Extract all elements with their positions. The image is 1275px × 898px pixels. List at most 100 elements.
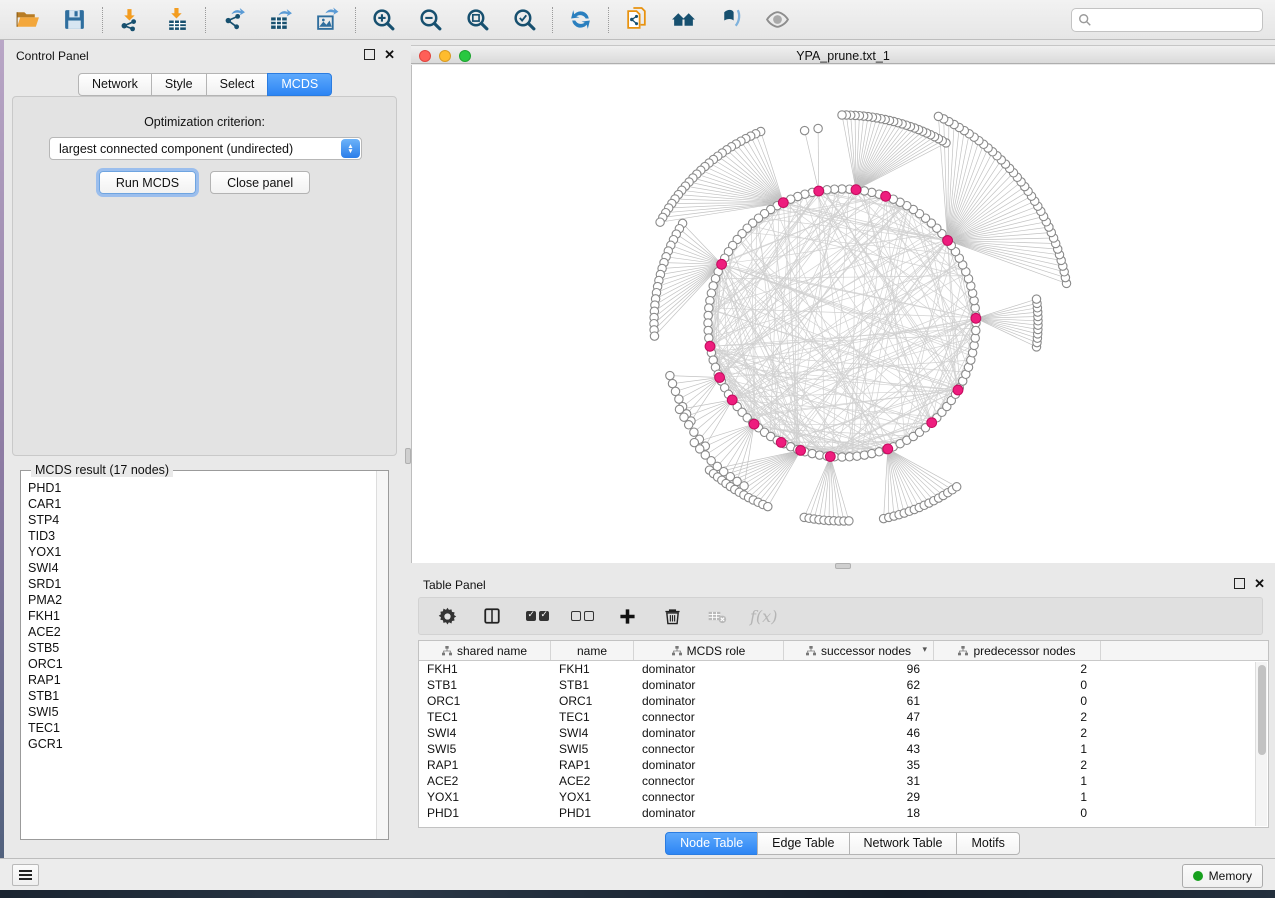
tab-mcds[interactable]: MCDS xyxy=(267,73,332,96)
column-header-name[interactable]: name xyxy=(551,641,634,660)
import-table-button[interactable] xyxy=(164,6,191,33)
network-title: YPA_prune.txt_1 xyxy=(411,49,1275,63)
export-image-button[interactable] xyxy=(314,6,341,33)
column-namespace-icon xyxy=(442,646,452,656)
export-network-button[interactable] xyxy=(220,6,247,33)
dropdown-stepper-icon: ▲▼ xyxy=(341,139,360,158)
mcds-result-item[interactable]: SRD1 xyxy=(28,576,375,592)
close-panel-button[interactable]: Close panel xyxy=(210,171,310,194)
column-header-MCDS-role[interactable]: MCDS role xyxy=(634,641,784,660)
settings-gear-icon[interactable] xyxy=(435,604,459,628)
cell-MCDS-role: dominator xyxy=(634,661,784,677)
table-row[interactable]: TEC1TEC1connector472 xyxy=(419,709,1268,725)
export-network-icon xyxy=(221,7,246,32)
mcds-result-item[interactable]: GCR1 xyxy=(28,736,375,752)
mcds-result-item[interactable]: TEC1 xyxy=(28,720,375,736)
table-row[interactable]: PHD1PHD1dominator180 xyxy=(419,805,1268,821)
cell-name: TEC1 xyxy=(551,709,634,725)
close-panel-icon[interactable]: ✕ xyxy=(1254,578,1265,589)
show-hide-button[interactable] xyxy=(764,6,791,33)
criterion-dropdown[interactable]: largest connected component (undirected)… xyxy=(49,137,362,160)
houses-icon xyxy=(671,7,696,32)
graph-leaf-node xyxy=(656,218,664,226)
table-row[interactable]: ORC1ORC1dominator610 xyxy=(419,693,1268,709)
tab-network[interactable]: Network xyxy=(78,73,152,96)
table-row[interactable]: YOX1YOX1connector291 xyxy=(419,789,1268,805)
float-window-icon[interactable] xyxy=(364,49,375,60)
cell-predecessor-nodes: 2 xyxy=(934,757,1101,773)
add-column-icon[interactable] xyxy=(615,604,639,628)
tab-edge-table[interactable]: Edge Table xyxy=(757,832,849,855)
export-table-button[interactable] xyxy=(267,6,294,33)
column-layout-icon[interactable] xyxy=(480,604,504,628)
network-graph[interactable] xyxy=(412,65,1274,561)
network-canvas[interactable] xyxy=(411,65,1275,563)
table-row[interactable]: SWI4SWI4dominator462 xyxy=(419,725,1268,741)
delete-column-icon[interactable] xyxy=(660,604,684,628)
run-mcds-button[interactable]: Run MCDS xyxy=(99,171,196,194)
search-input[interactable] xyxy=(1071,8,1263,32)
mcds-result-item[interactable]: SWI4 xyxy=(28,560,375,576)
column-header-shared-name[interactable]: shared name xyxy=(419,641,551,660)
mcds-result-item[interactable]: ORC1 xyxy=(28,656,375,672)
table-scrollbar[interactable] xyxy=(1255,662,1267,826)
mcds-result-item[interactable]: PMA2 xyxy=(28,592,375,608)
open-session-button[interactable] xyxy=(14,6,41,33)
mcds-result-item[interactable]: STP4 xyxy=(28,512,375,528)
close-panel-icon[interactable]: ✕ xyxy=(384,49,395,60)
table-row[interactable]: RAP1RAP1dominator352 xyxy=(419,757,1268,773)
home-button[interactable] xyxy=(670,6,697,33)
tab-motifs[interactable]: Motifs xyxy=(956,832,1019,855)
tab-select[interactable]: Select xyxy=(206,73,269,96)
deselect-all-checkbox-icon[interactable] xyxy=(570,604,594,628)
table-row[interactable]: SWI5SWI5connector431 xyxy=(419,741,1268,757)
float-window-icon[interactable] xyxy=(1234,578,1245,589)
cell-name: SWI4 xyxy=(551,725,634,741)
mcds-result-item[interactable]: YOX1 xyxy=(28,544,375,560)
mcds-result-item[interactable]: RAP1 xyxy=(28,672,375,688)
clone-network-button[interactable] xyxy=(623,6,650,33)
table-row[interactable]: FKH1FKH1dominator962 xyxy=(419,661,1268,677)
mcds-list-scrollbar[interactable] xyxy=(376,471,388,839)
mcds-result-item[interactable]: STB5 xyxy=(28,640,375,656)
zoom-in-button[interactable] xyxy=(370,6,397,33)
node-table[interactable]: shared namenameMCDS rolesuccessor nodes▾… xyxy=(418,640,1269,828)
delete-table-icon[interactable] xyxy=(705,604,729,628)
table-row[interactable]: ACE2ACE2connector311 xyxy=(419,773,1268,789)
mcds-result-item[interactable]: TID3 xyxy=(28,528,375,544)
table-row[interactable]: STB1STB1dominator620 xyxy=(419,677,1268,693)
cell-successor-nodes: 47 xyxy=(784,709,934,725)
select-all-checkbox-icon[interactable] xyxy=(525,604,549,628)
mcds-result-item[interactable]: SWI5 xyxy=(28,704,375,720)
save-session-button[interactable] xyxy=(61,6,88,33)
graph-leaf-node xyxy=(1032,295,1040,303)
mcds-result-item[interactable]: ACE2 xyxy=(28,624,375,640)
mcds-result-item[interactable]: FKH1 xyxy=(28,608,375,624)
function-builder-icon[interactable]: f(x) xyxy=(750,607,777,626)
mcds-result-item[interactable]: STB1 xyxy=(28,688,375,704)
mcds-result-item[interactable]: PHD1 xyxy=(28,480,375,496)
mcds-result-list[interactable]: PHD1CAR1STP4TID3YOX1SWI4SRD1PMA2FKH1ACE2… xyxy=(22,480,375,838)
zoom-selected-button[interactable] xyxy=(511,6,538,33)
tab-node-table[interactable]: Node Table xyxy=(665,832,758,855)
cell-name: ACE2 xyxy=(551,773,634,789)
cell-successor-nodes: 61 xyxy=(784,693,934,709)
task-history-button[interactable] xyxy=(12,864,39,886)
cell-shared-name: TEC1 xyxy=(419,709,551,725)
refresh-layout-button[interactable] xyxy=(567,6,594,33)
memory-button[interactable]: Memory xyxy=(1182,864,1263,888)
mcds-result-item[interactable]: CAR1 xyxy=(28,496,375,512)
hide-graphics-details-button[interactable] xyxy=(717,6,744,33)
cell-predecessor-nodes: 1 xyxy=(934,741,1101,757)
zoom-out-button[interactable] xyxy=(417,6,444,33)
column-header-predecessor-nodes[interactable]: predecessor nodes xyxy=(934,641,1101,660)
import-network-button[interactable] xyxy=(117,6,144,33)
tab-network-table[interactable]: Network Table xyxy=(849,832,958,855)
column-header-successor-nodes[interactable]: successor nodes▾ xyxy=(784,641,934,660)
list-icon xyxy=(19,870,32,880)
table-scrollbar-thumb[interactable] xyxy=(1258,665,1266,755)
tab-style[interactable]: Style xyxy=(151,73,207,96)
graph-leaf-node xyxy=(671,387,679,395)
zoom-fit-button[interactable] xyxy=(464,6,491,33)
network-titlebar[interactable]: YPA_prune.txt_1 xyxy=(411,45,1275,64)
